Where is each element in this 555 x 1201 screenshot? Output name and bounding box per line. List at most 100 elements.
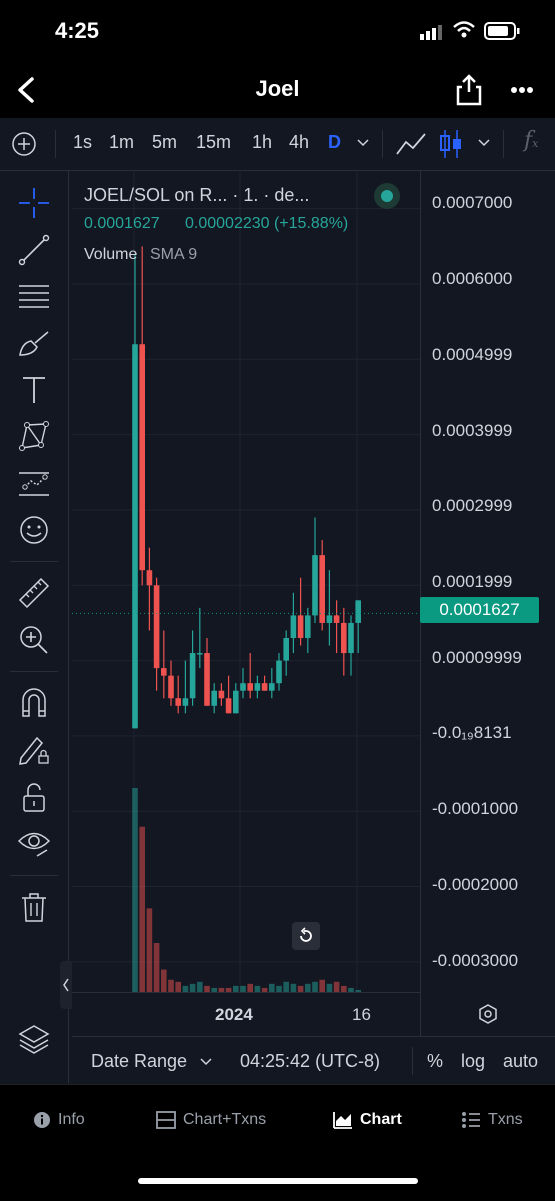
price-label: -0.0003000 bbox=[432, 951, 519, 970]
candle-body bbox=[168, 675, 174, 699]
candle-body bbox=[197, 653, 203, 655]
home-indicator bbox=[138, 1178, 418, 1184]
tab-txns[interactable]: Txns bbox=[461, 1111, 523, 1129]
tab-chart-label: Chart bbox=[360, 1111, 402, 1128]
unlock-icon[interactable] bbox=[14, 777, 54, 817]
area-chart-icon bbox=[333, 1112, 352, 1129]
wifi-icon bbox=[453, 21, 475, 38]
volume-bar bbox=[312, 981, 318, 992]
candle-body bbox=[225, 698, 232, 714]
volume-bar bbox=[269, 983, 275, 992]
chevron-left-icon bbox=[63, 978, 69, 992]
zoom-in-icon[interactable] bbox=[14, 620, 54, 660]
percent-scale-toggle[interactable]: % bbox=[427, 1051, 443, 1072]
volume-bar bbox=[247, 983, 253, 992]
timeframe-1h[interactable]: 1h bbox=[252, 132, 272, 153]
date-range-button[interactable]: Date Range bbox=[91, 1051, 187, 1072]
log-scale-toggle[interactable]: log bbox=[461, 1051, 485, 1072]
layers-icon[interactable] bbox=[14, 1019, 54, 1059]
candle-body bbox=[312, 555, 318, 616]
tab-chart-txns-label: Chart+Txns bbox=[183, 1111, 267, 1128]
crosshair-icon[interactable] bbox=[14, 183, 54, 223]
candle-body bbox=[283, 637, 289, 661]
auto-scale-toggle[interactable]: auto bbox=[503, 1051, 538, 1072]
symbol-title[interactable]: JOEL/SOL on R... · 1. · de... bbox=[84, 185, 309, 206]
volume-bar bbox=[161, 969, 167, 992]
date-range-chevron-down-icon[interactable] bbox=[200, 1057, 212, 1067]
tab-chart[interactable]: Chart bbox=[333, 1111, 402, 1129]
ruler-icon[interactable] bbox=[14, 573, 54, 613]
tab-info-label: Info bbox=[58, 1111, 85, 1128]
status-bar: 4:25 bbox=[0, 0, 555, 62]
tab-info[interactable]: Info bbox=[33, 1111, 85, 1129]
legend-change: 0.00002230 (+15.88%) bbox=[185, 215, 349, 232]
chart-pane[interactable]: JOEL/SOL on R... · 1. · de... 0.0001627 … bbox=[72, 171, 420, 1036]
volume-bar bbox=[290, 983, 297, 992]
volume-bar bbox=[197, 981, 203, 992]
price-label: 0.00009999 bbox=[432, 648, 522, 667]
current-price-tag: 0.0001627 bbox=[420, 597, 539, 623]
volume-bar bbox=[333, 981, 340, 992]
lock-drawing-icon[interactable] bbox=[14, 729, 54, 769]
fib-retracement-icon[interactable] bbox=[14, 276, 54, 316]
candlestick-chart[interactable] bbox=[72, 171, 420, 1036]
candle-body bbox=[240, 683, 246, 691]
legend-price: 0.0001627 bbox=[84, 215, 160, 232]
line-chart-icon[interactable] bbox=[395, 130, 427, 158]
candle-body bbox=[326, 615, 333, 623]
chart-type-chevron-down-icon[interactable] bbox=[478, 138, 490, 148]
emoji-icon[interactable] bbox=[14, 510, 54, 550]
timeframe-1s[interactable]: 1s bbox=[73, 132, 92, 153]
timeframe-15m[interactable]: 15m bbox=[196, 132, 231, 153]
candle-body bbox=[233, 690, 239, 714]
more-options-icon[interactable] bbox=[510, 86, 534, 94]
candle-body bbox=[341, 622, 347, 654]
candle-body bbox=[355, 600, 361, 623]
candle-body bbox=[182, 698, 189, 706]
volume-bar bbox=[283, 981, 289, 992]
magnet-icon[interactable] bbox=[14, 683, 54, 723]
status-time: 4:25 bbox=[55, 18, 100, 43]
volume-bar bbox=[189, 983, 196, 992]
trend-line-icon[interactable] bbox=[14, 230, 54, 270]
brush-icon[interactable] bbox=[14, 324, 54, 364]
volume-indicator-label[interactable]: Volume bbox=[84, 246, 137, 264]
eye-visibility-icon[interactable] bbox=[14, 823, 54, 863]
trash-icon[interactable] bbox=[14, 887, 54, 927]
battery-icon bbox=[484, 22, 520, 40]
volume-bar bbox=[319, 979, 325, 992]
cellular-signal-icon bbox=[420, 25, 442, 40]
indicators-fx-icon[interactable]: fx bbox=[524, 128, 538, 153]
pattern-tool-icon[interactable] bbox=[14, 416, 54, 456]
candle-body bbox=[139, 344, 145, 571]
timezone-clock[interactable]: 04:25:42 (UTC-8) bbox=[240, 1051, 380, 1072]
text-tool-icon[interactable] bbox=[14, 370, 54, 410]
timeframe-4h[interactable]: 4h bbox=[289, 132, 309, 153]
share-icon[interactable] bbox=[456, 74, 482, 106]
candle-body bbox=[319, 555, 325, 623]
reset-chart-button[interactable] bbox=[292, 922, 320, 950]
timeframe-1m[interactable]: 1m bbox=[109, 132, 134, 153]
candle-body bbox=[247, 683, 253, 691]
timeframe-d[interactable]: D bbox=[328, 132, 341, 153]
candlestick-chart-icon[interactable] bbox=[438, 127, 464, 161]
volume-bar bbox=[146, 908, 153, 992]
candle-body bbox=[175, 698, 181, 706]
volume-bar bbox=[175, 981, 181, 992]
chart-settings-icon[interactable] bbox=[477, 1003, 499, 1025]
tab-chart-txns[interactable]: Chart+Txns bbox=[156, 1111, 266, 1129]
candle-body bbox=[146, 570, 153, 586]
price-label: 0.0002999 bbox=[432, 496, 513, 515]
split-view-icon bbox=[156, 1111, 176, 1129]
add-symbol-icon[interactable] bbox=[11, 131, 37, 157]
timeframe-5m[interactable]: 5m bbox=[152, 132, 177, 153]
chart-toolbar: 1s 1m 5m 15m 1h 4h D fx bbox=[0, 118, 555, 171]
candle-body bbox=[276, 660, 282, 684]
candle-body bbox=[261, 683, 268, 691]
collapse-sidebar-handle[interactable] bbox=[60, 961, 72, 1009]
forecast-tool-icon[interactable] bbox=[14, 464, 54, 504]
nav-bar: Joel bbox=[0, 62, 555, 118]
timeframe-chevron-down-icon[interactable] bbox=[357, 138, 369, 148]
price-label: -0.0001000 bbox=[432, 799, 519, 818]
candle-body bbox=[290, 615, 297, 638]
